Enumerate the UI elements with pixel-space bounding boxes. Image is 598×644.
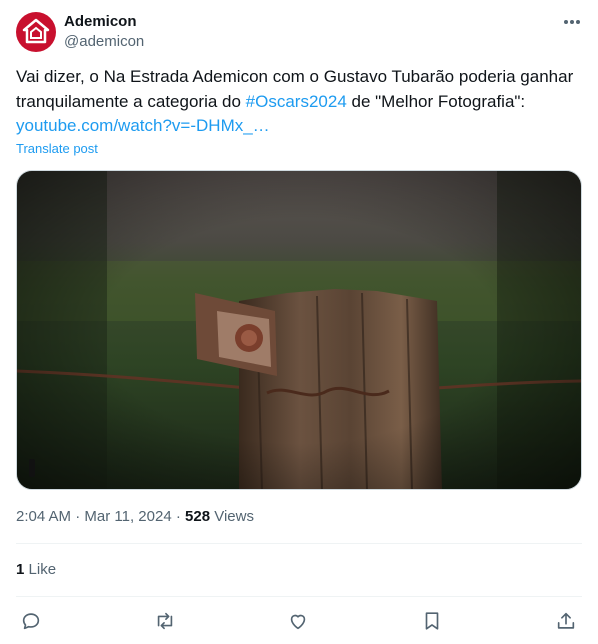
post-time[interactable]: 2:04 AM (16, 508, 71, 525)
author-display-name[interactable]: Ademicon (64, 13, 137, 31)
post-date[interactable]: Mar 11, 2024 (84, 508, 171, 525)
media-image[interactable] (16, 170, 582, 490)
ademicon-logo-icon (22, 18, 50, 44)
more-options-button[interactable] (561, 14, 583, 30)
more-icon (564, 20, 580, 24)
share-icon (557, 612, 575, 629)
bookmark-button[interactable] (419, 608, 445, 634)
retweet-button[interactable] (152, 608, 178, 634)
like-icon (290, 614, 306, 630)
like-button[interactable] (285, 608, 311, 634)
divider (16, 543, 582, 544)
reply-button[interactable] (18, 608, 44, 634)
translate-post-button[interactable]: Translate post (16, 141, 98, 156)
likes-label: Like (28, 561, 57, 578)
likes-summary[interactable]: 1 Like (16, 561, 56, 578)
meta-separator: · (175, 508, 181, 525)
bookmark-icon (425, 612, 439, 630)
share-button[interactable] (553, 608, 579, 634)
post-text-after: de "Melhor Fotografia": (346, 91, 526, 111)
post-meta: 2:04 AM · Mar 11, 2024 · 528 Views (16, 508, 254, 526)
retweet-icon (157, 612, 173, 630)
url-link[interactable]: youtube.com/watch?v=-DHMx_… (16, 116, 270, 135)
post-text: Vai dizer, o Na Estrada Ademicon com o G… (16, 65, 582, 139)
author-handle[interactable]: @ademicon (64, 33, 144, 51)
reply-icon (22, 613, 40, 630)
likes-count: 1 (16, 561, 25, 578)
views-count: 528 (185, 508, 211, 525)
meta-separator: · (75, 508, 81, 525)
divider (16, 596, 582, 597)
views-label: Views (214, 508, 254, 525)
hashtag-link[interactable]: #Oscars2024 (246, 92, 347, 111)
fence-post-photo (17, 171, 581, 489)
avatar[interactable] (16, 12, 56, 52)
